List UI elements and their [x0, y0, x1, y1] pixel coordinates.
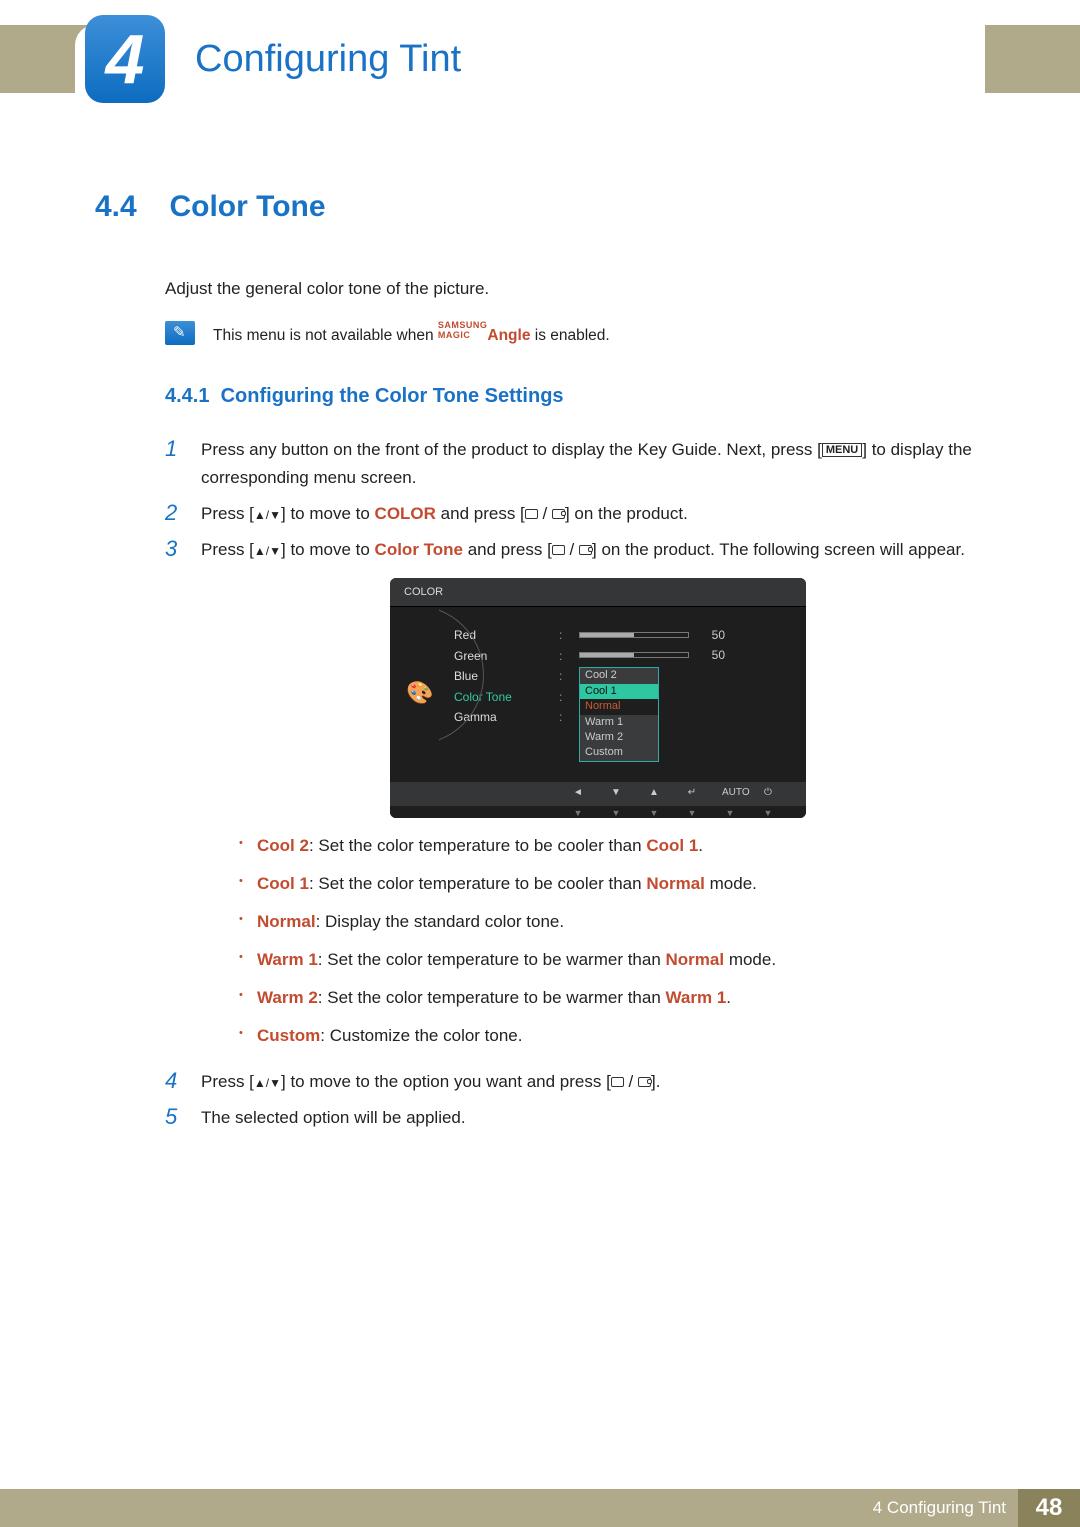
step-number: 2: [165, 500, 183, 528]
osd-values: 50 50 Cool 2 Cool 1 Normal: [579, 625, 792, 761]
osd-title: COLOR: [390, 578, 806, 607]
step-5: 5 The selected option will be applied.: [165, 1104, 995, 1132]
magic-angle-label: Angle: [487, 327, 530, 344]
tone-option-highlight: Cool 1: [580, 684, 658, 699]
chapter-badge: 4: [85, 15, 165, 103]
bullet-warm1: Warm 1: Set the color temperature to be …: [239, 946, 995, 974]
section-heading: 4.4 Color Tone: [95, 190, 995, 224]
footer-label: 4 Configuring Tint: [873, 1498, 1006, 1518]
bullet-cool2: Cool 2: Set the color temperature to be …: [239, 832, 995, 860]
tone-descriptions: Cool 2: Set the color temperature to be …: [239, 832, 995, 1050]
bullet-cool1: Cool 1: Set the color temperature to be …: [239, 870, 995, 898]
step-4: 4 Press [▲/▼] to move to the option you …: [165, 1068, 995, 1096]
osd-screenshot: COLOR 🎨 Red Green Blue Color Tone Gamma: [390, 578, 806, 817]
rect-icon: [525, 509, 538, 519]
section-number: 4.4: [95, 190, 165, 224]
keyword-colortone: Color Tone: [375, 540, 463, 559]
step-2: 2 Press [▲/▼] to move to COLOR and press…: [165, 500, 995, 528]
note-row: This menu is not available when SAMSUNGM…: [165, 321, 995, 345]
nav-up-icon: ▲: [646, 785, 662, 802]
palette-icon: 🎨: [406, 675, 433, 711]
note-text: This menu is not available when SAMSUNGM…: [213, 322, 610, 345]
tone-option-selected: Normal: [580, 699, 658, 714]
osd-icon-column: 🎨: [404, 625, 444, 761]
step-number: 5: [165, 1104, 183, 1132]
up-down-icon: ▲/▼: [254, 544, 281, 558]
step-body: Press [▲/▼] to move to COLOR and press […: [201, 500, 995, 528]
chevron-down-icon: ▼: [608, 806, 624, 818]
osd-tone-dropdown: Cool 2 Cool 1 Normal Warm 1 Warm 2 Custo…: [579, 667, 792, 761]
tone-option: Warm 2: [580, 730, 658, 745]
menu-key-icon: MENU: [822, 443, 862, 457]
rect-enter-icon: [579, 545, 592, 555]
osd-slider-green: 50: [579, 645, 792, 665]
nav-down-icon: ▼: [608, 785, 624, 802]
bullet-custom: Custom: Customize the color tone.: [239, 1022, 995, 1050]
nav-enter-icon: ↵: [684, 785, 700, 802]
bullet-warm2: Warm 2: Set the color temperature to be …: [239, 984, 995, 1012]
tone-option: Cool 2: [580, 668, 658, 683]
bullet-normal: Normal: Display the standard color tone.: [239, 908, 995, 936]
osd-slider-red: 50: [579, 625, 792, 645]
osd-body: 🎨 Red Green Blue Color Tone Gamma :::::: [390, 607, 806, 781]
rect-enter-icon: [638, 1077, 651, 1087]
samsung-magic-label: SAMSUNGMAGIC: [438, 320, 488, 340]
chevron-down-icon: ▼: [760, 806, 776, 818]
page-footer: 4 Configuring Tint 48: [0, 1489, 1080, 1527]
osd-nav-arrows: ▼ ▼ ▼ ▼ ▼ ▼: [390, 806, 806, 818]
steps-list: 1 Press any button on the front of the p…: [165, 436, 995, 1132]
subsection-heading: 4.4.1 Configuring the Color Tone Setting…: [165, 385, 995, 408]
osd-colons: :::::: [559, 625, 569, 761]
nav-left-icon: ◄: [570, 785, 586, 802]
step-number: 4: [165, 1068, 183, 1096]
tone-option: Warm 1: [580, 715, 658, 730]
nav-power-icon: ⏻: [760, 785, 776, 802]
page-content: 4.4 Color Tone Adjust the general color …: [95, 190, 995, 1140]
rect-enter-icon: [552, 509, 565, 519]
footer-page-number: 48: [1018, 1489, 1080, 1527]
step-body: Press [▲/▼] to move to Color Tone and pr…: [201, 536, 995, 1060]
chevron-down-icon: ▼: [722, 806, 738, 818]
chevron-down-icon: ▼: [684, 806, 700, 818]
step-body: The selected option will be applied.: [201, 1104, 995, 1132]
note-icon: [165, 321, 195, 345]
section-title: Color Tone: [169, 190, 325, 223]
up-down-icon: ▲/▼: [254, 1076, 281, 1090]
up-down-icon: ▲/▼: [254, 508, 281, 522]
step-body: Press [▲/▼] to move to the option you wa…: [201, 1068, 995, 1096]
chapter-title: Configuring Tint: [195, 38, 461, 81]
tone-option: Custom: [580, 745, 658, 760]
step-number: 3: [165, 536, 183, 1060]
rect-icon: [552, 545, 565, 555]
step-number: 1: [165, 436, 183, 492]
keyword-color: COLOR: [375, 504, 436, 523]
section-description: Adjust the general color tone of the pic…: [165, 279, 995, 299]
step-body: Press any button on the front of the pro…: [201, 436, 995, 492]
chevron-down-icon: ▼: [570, 806, 586, 818]
chapter-number: 4: [106, 19, 145, 99]
rect-icon: [611, 1077, 624, 1087]
nav-auto-label: AUTO: [722, 785, 738, 802]
osd-nav-bar: ◄ ▼ ▲ ↵ AUTO ⏻: [390, 782, 806, 806]
step-1: 1 Press any button on the front of the p…: [165, 436, 995, 492]
step-3: 3 Press [▲/▼] to move to Color Tone and …: [165, 536, 995, 1060]
chevron-down-icon: ▼: [646, 806, 662, 818]
